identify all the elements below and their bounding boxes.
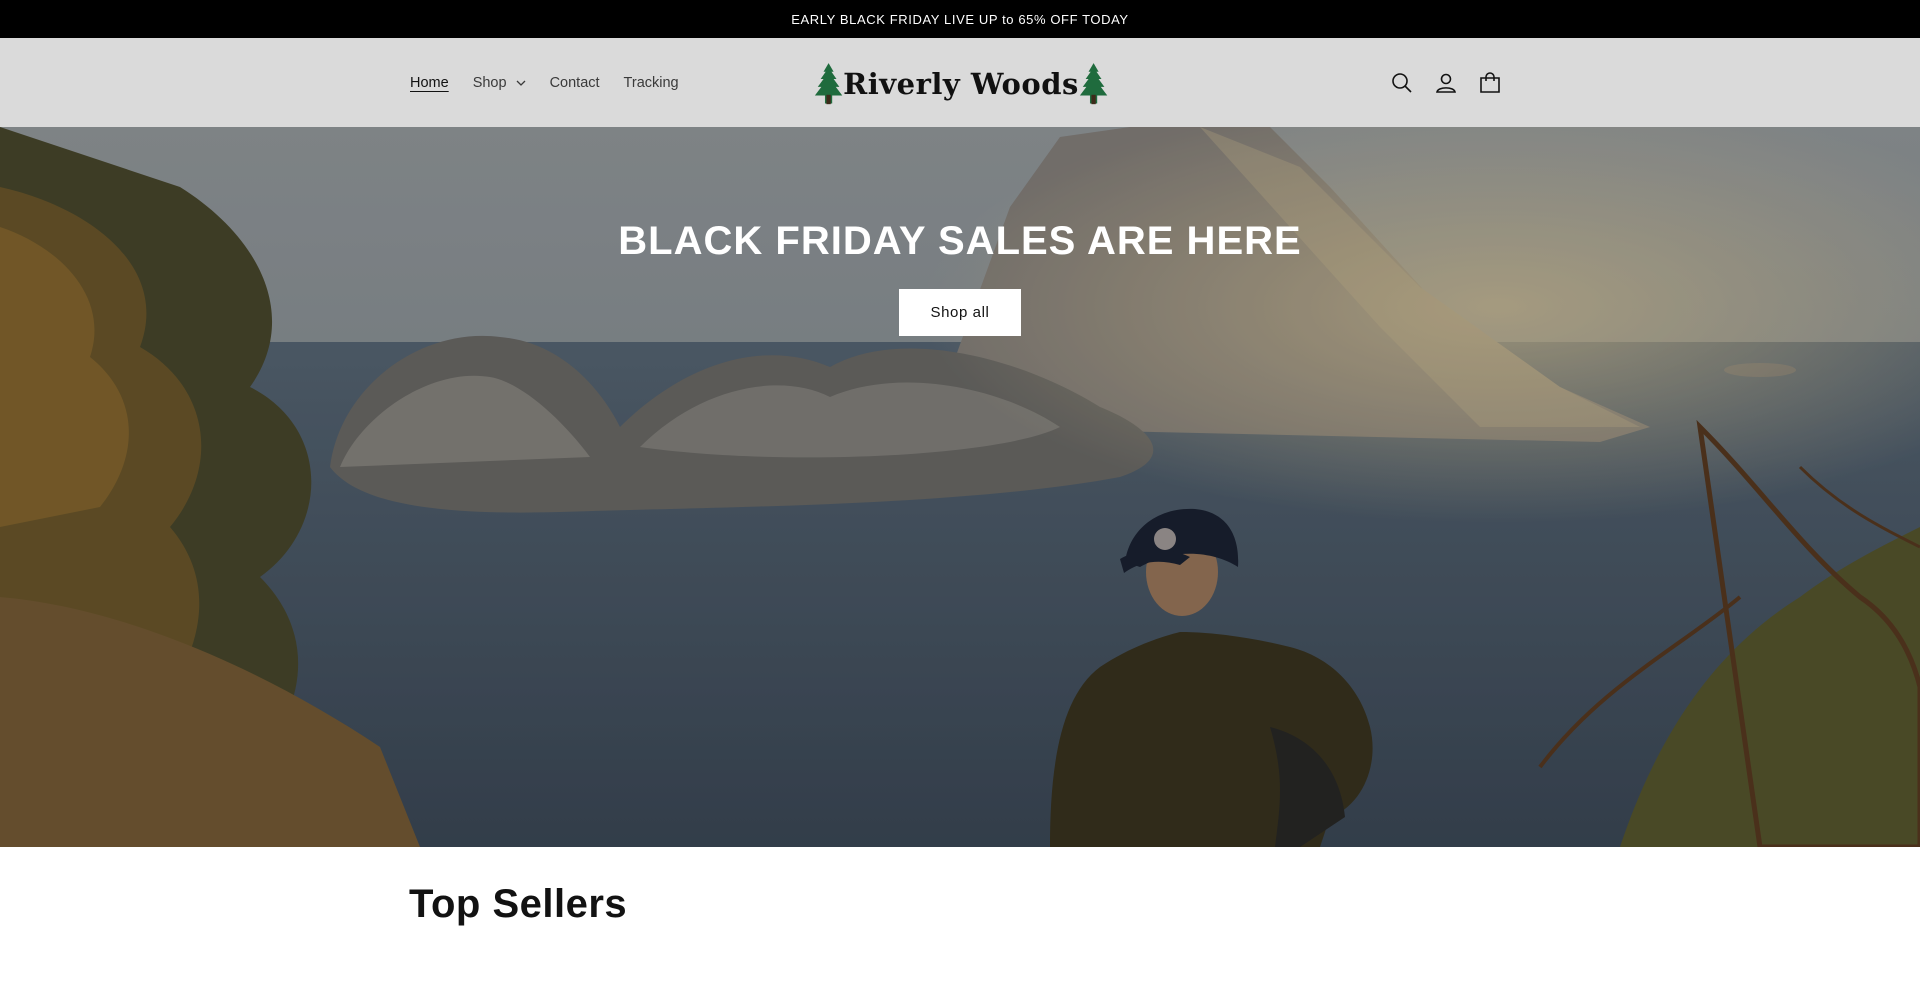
shop-all-button[interactable]: Shop all [899, 289, 1021, 336]
section-title: Top Sellers [409, 882, 628, 926]
hero-banner: BLACK FRIDAY SALES ARE HERE Shop all [0, 127, 1920, 847]
nav-item-home[interactable]: Home [410, 63, 461, 103]
main-nav: Home Shop Contact Tracking [410, 38, 691, 127]
logo-word-1: Riverly [843, 67, 961, 101]
nav-item-label: Shop [472, 74, 507, 91]
site-header: Home Shop Contact Tracking Riverly Woods [0, 38, 1920, 127]
nav-item-contact[interactable]: Contact [538, 63, 612, 103]
announcement-bar: EARLY BLACK FRIDAY LIVE UP to 65% OFF TO… [0, 0, 1920, 38]
header-icons [1389, 38, 1503, 127]
cart-icon[interactable] [1477, 70, 1503, 96]
nav-item-tracking[interactable]: Tracking [612, 63, 691, 103]
announcement-text: EARLY BLACK FRIDAY LIVE UP to 65% OFF TO… [791, 11, 1129, 27]
pine-tree-icon [814, 63, 843, 105]
nav-item-label: Home [410, 74, 449, 91]
chevron-down-icon [516, 80, 526, 86]
site-logo[interactable]: Riverly Woods [812, 55, 1110, 113]
logo-wordmark: Riverly Woods [843, 67, 1079, 101]
nav-item-label: Contact [549, 74, 600, 91]
account-icon[interactable] [1433, 70, 1459, 96]
search-icon[interactable] [1389, 70, 1415, 96]
nav-item-label: Tracking [623, 74, 679, 91]
logo-word-2: Woods [970, 67, 1079, 101]
nav-item-shop[interactable]: Shop [461, 63, 538, 103]
hero-title: BLACK FRIDAY SALES ARE HERE [618, 219, 1302, 263]
pine-tree-icon [1079, 63, 1108, 105]
